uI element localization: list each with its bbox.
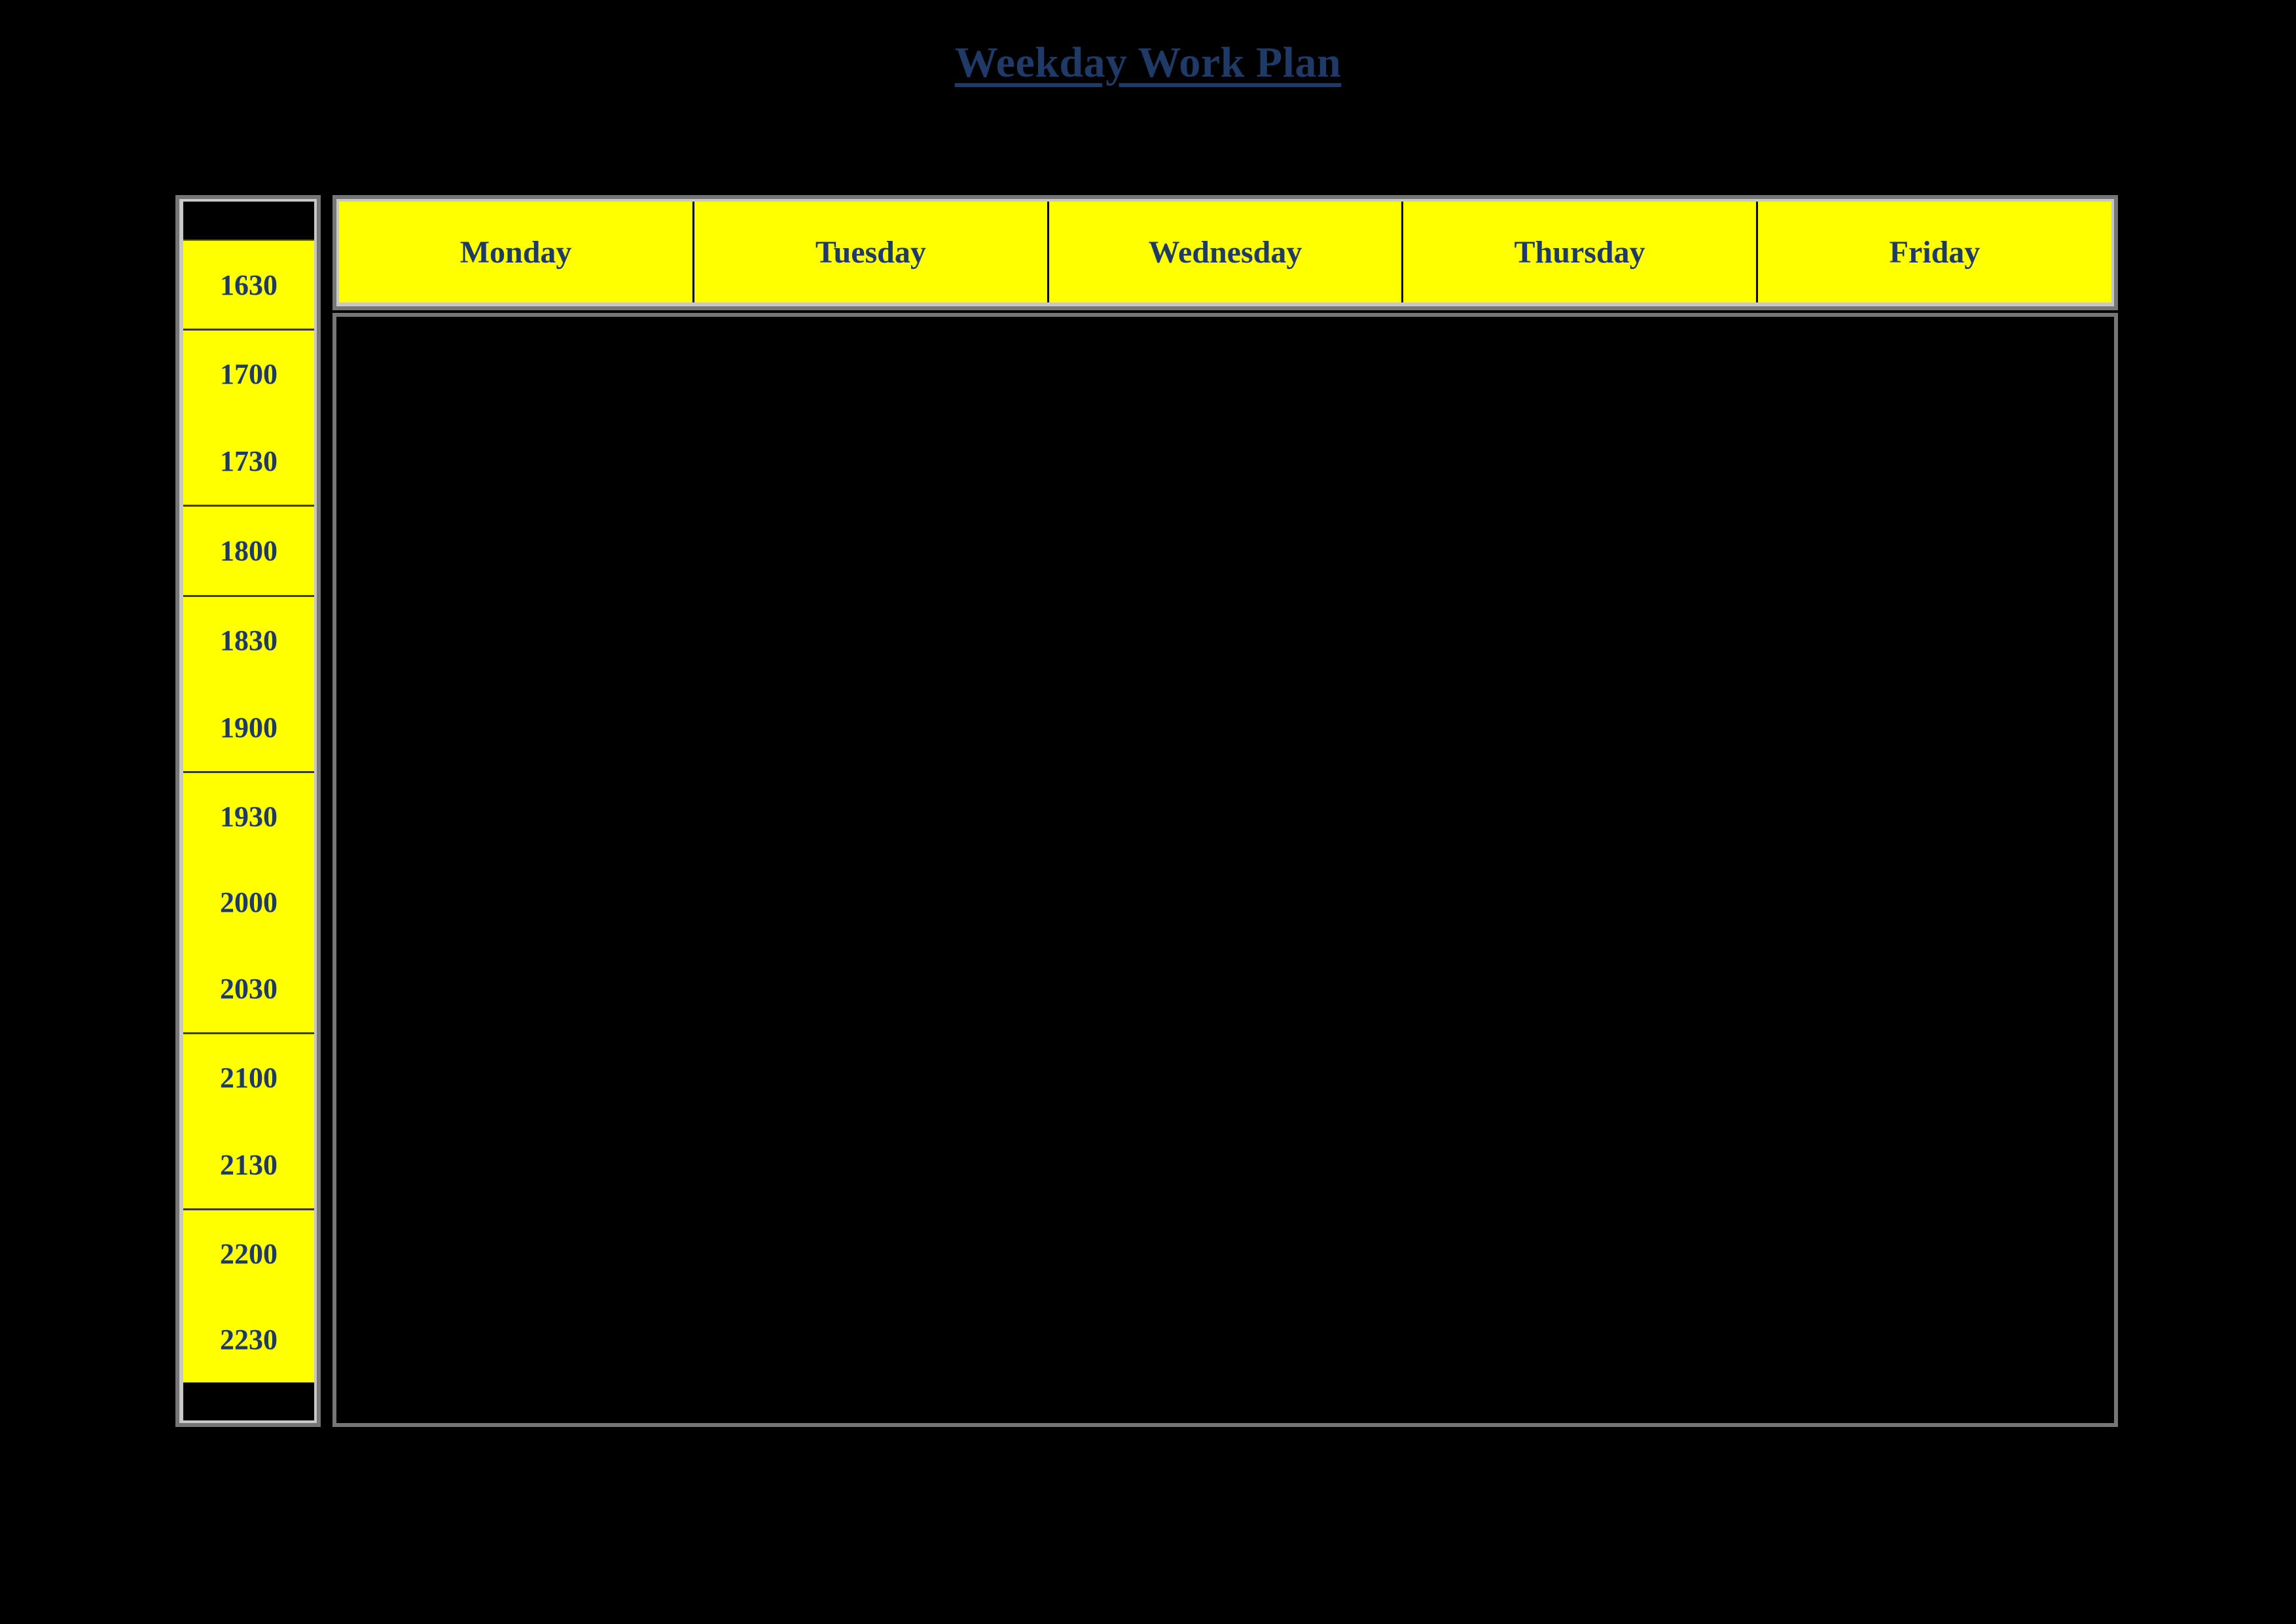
schedule-cell-monday[interactable] [336,317,692,1423]
schedule-cell-friday[interactable] [1758,317,2114,1423]
time-column-footer-row [183,1382,314,1420]
time-slot-label[interactable]: 2130 [183,1121,314,1210]
schedule-cell-tuesday[interactable] [692,317,1048,1423]
time-slot-row: 1900 [183,684,314,772]
time-slot-row: 2100 [183,1032,314,1121]
day-header-thursday[interactable]: Thursday [1401,202,1758,302]
schedule-grid-inner [336,317,2114,1423]
time-slot-label[interactable]: 2100 [183,1032,314,1121]
time-slot-row: 1800 [183,505,314,596]
schedule-cell-wednesday[interactable] [1047,317,1403,1423]
schedule-cell-thursday[interactable] [1403,317,1759,1423]
schedule-grid-body [336,317,2114,1423]
day-header-inner: Monday Tuesday Wednesday Thursday Friday [336,199,2114,306]
time-slot-row: 2000 [183,859,314,946]
time-slot-label[interactable]: 1630 [183,240,314,330]
time-column-frame: 1630 1700 1730 1800 1830 1900 1930 2000 2030 2100… [175,195,321,1427]
time-slot-label[interactable]: 1900 [183,684,314,772]
time-slot-row: 1700 [183,329,314,418]
day-header-row: Monday Tuesday Wednesday Thursday Friday [339,202,2111,302]
time-slot-row: 2130 [183,1121,314,1210]
time-slot-row: 1730 [183,418,314,506]
page-title-container: Weekday Work Plan [0,39,2296,87]
time-slot-row: 1830 [183,595,314,685]
time-slot-row: 2030 [183,945,314,1034]
time-slot-label[interactable]: 1830 [183,595,314,685]
weekly-planner: 1630 1700 1730 1800 1830 1900 1930 2000 2030 2100… [175,195,2118,1427]
schedule-row [336,317,2114,1423]
day-header-frame: Monday Tuesday Wednesday Thursday Friday [332,195,2118,310]
time-column-inner: 1630 1700 1730 1800 1830 1900 1930 2000 2030 2100… [179,199,317,1423]
time-slot-label[interactable]: 1730 [183,418,314,506]
day-header-wednesday[interactable]: Wednesday [1047,202,1404,302]
time-column-header-cell [183,202,314,240]
time-column-footer-cell [183,1382,314,1420]
time-slot-row: 1930 [183,770,314,860]
time-slot-row: 2200 [183,1208,314,1297]
time-slot-label[interactable]: 2200 [183,1208,314,1297]
day-header-row-group: Monday Tuesday Wednesday Thursday Friday [339,202,2111,302]
time-slot-label[interactable]: 1700 [183,329,314,418]
time-slot-label[interactable]: 1800 [183,505,314,596]
time-column-table: 1630 1700 1730 1800 1830 1900 1930 2000 2030 2100… [183,202,314,1420]
page-title[interactable]: Weekday Work Plan [955,39,1341,87]
day-header-table: Monday Tuesday Wednesday Thursday Friday [339,202,2111,302]
schedule-grid-frame [332,313,2118,1427]
schedule-grid-table [336,317,2114,1423]
time-slot-label[interactable]: 1930 [183,770,314,860]
time-slot-label[interactable]: 2030 [183,945,314,1034]
day-header-tuesday[interactable]: Tuesday [692,202,1049,302]
time-slot-label[interactable]: 2000 [183,859,314,946]
time-slot-row: 1630 [183,240,314,330]
day-header-monday[interactable]: Monday [339,202,695,302]
time-column-header-row [183,202,314,240]
time-slot-label[interactable]: 2230 [183,1297,314,1382]
day-header-friday[interactable]: Friday [1755,202,2111,302]
time-slot-row: 2230 [183,1297,314,1382]
time-column-body: 1630 1700 1730 1800 1830 1900 1930 2000 2030 2100… [183,202,314,1420]
days-area: Monday Tuesday Wednesday Thursday Friday [332,195,2118,1427]
